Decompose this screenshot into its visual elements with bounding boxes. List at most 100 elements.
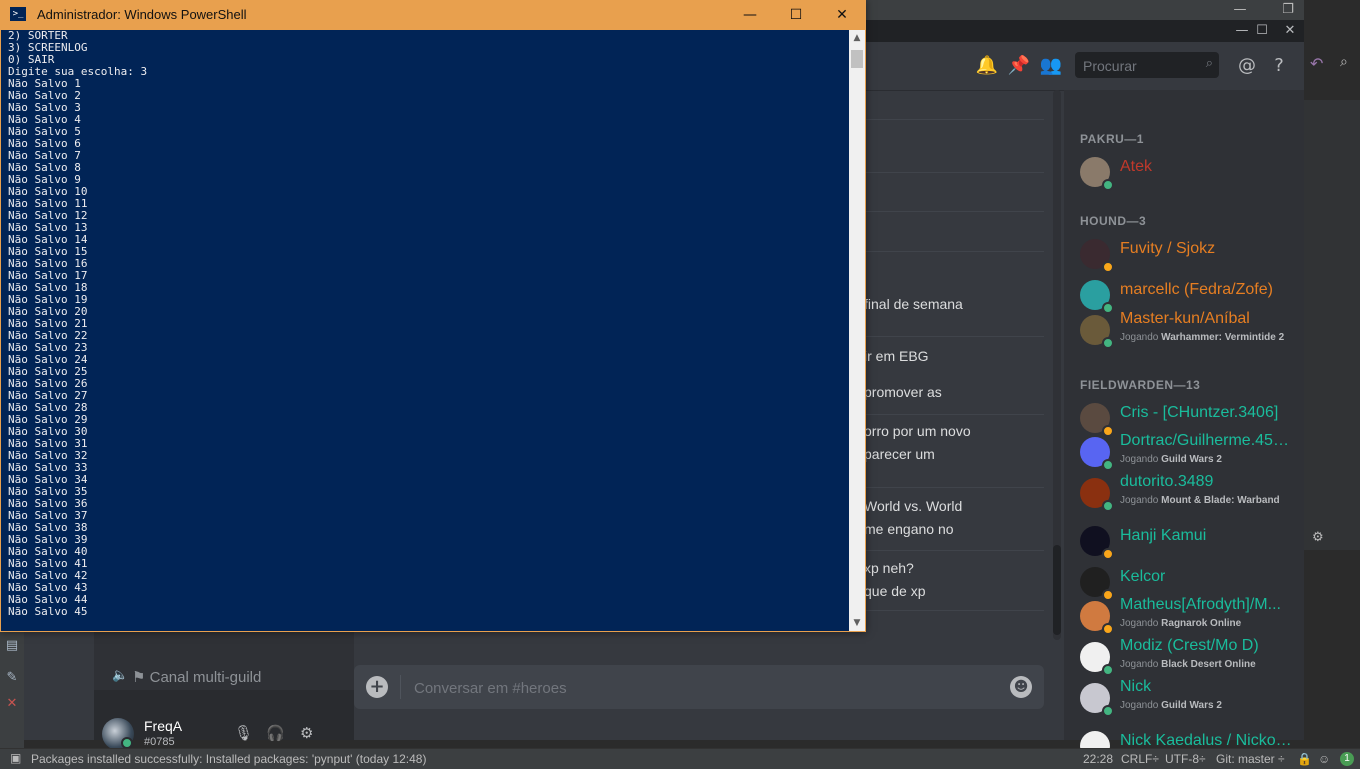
close-tool-icon[interactable]: ✕ bbox=[4, 696, 20, 712]
console-line: Não Salvo 14 bbox=[8, 233, 88, 246]
member-row[interactable]: Matheus[Afrodyth]/M... Jogando Ragnarok O… bbox=[1064, 596, 1304, 638]
powershell-title-bar[interactable]: >_ Administrador: Windows PowerShell — ☐… bbox=[0, 0, 866, 30]
pin-tool-icon[interactable]: ✎ bbox=[4, 670, 20, 686]
headphones-icon[interactable]: 🎧 bbox=[266, 724, 285, 742]
bell-icon[interactable]: 🔔 bbox=[975, 54, 999, 78]
ide-right-panel: ↶ ⌕ ⚙ bbox=[1304, 0, 1360, 748]
console-line: Não Salvo 16 bbox=[8, 257, 88, 270]
close-button[interactable]: ✕ bbox=[819, 0, 865, 30]
console-line: Não Salvo 26 bbox=[8, 377, 88, 390]
composer-divider bbox=[400, 675, 401, 699]
console-line: Não Salvo 25 bbox=[8, 365, 88, 378]
message-input[interactable] bbox=[412, 677, 976, 699]
username: FreqA bbox=[144, 718, 183, 734]
message-text: promover as bbox=[864, 384, 942, 400]
status-toggle-icon[interactable]: ▣ bbox=[10, 751, 21, 765]
scroll-up-icon[interactable]: ▲ bbox=[849, 30, 865, 46]
message-text: final de semana bbox=[864, 296, 963, 312]
user-settings-gear-icon[interactable]: ⚙ bbox=[300, 724, 313, 742]
add-attachment-icon[interactable]: + bbox=[366, 676, 388, 698]
mute-mic-icon[interactable]: 🎙 bbox=[234, 724, 253, 742]
file-encoding[interactable]: UTF-8÷ bbox=[1165, 752, 1206, 766]
member-row[interactable]: Atek bbox=[1064, 152, 1304, 194]
message-text: parecer um bbox=[864, 446, 935, 462]
activity-game: Guild Wars 2 bbox=[1161, 700, 1222, 711]
status-message[interactable]: Packages installed successfully: Install… bbox=[31, 752, 426, 766]
console-line: Não Salvo 18 bbox=[8, 281, 88, 294]
emoji-icon[interactable]: ☻ bbox=[1010, 676, 1032, 698]
activity-game: Mount & Blade: Warband bbox=[1161, 495, 1280, 506]
settings-gear-icon[interactable]: ⚙ bbox=[1312, 530, 1324, 545]
member-row[interactable]: dutorito.3489 Jogando Mount & Blade: Warb… bbox=[1064, 473, 1304, 515]
message-scrollbar[interactable] bbox=[1053, 90, 1061, 640]
scroll-down-icon[interactable]: ▼ bbox=[849, 615, 865, 631]
search-icon[interactable]: ⌕ bbox=[1340, 54, 1348, 70]
console-line: Digite sua escolha: 3 bbox=[8, 65, 148, 78]
console-line: Não Salvo 9 bbox=[8, 173, 81, 186]
console-line: Não Salvo 43 bbox=[8, 581, 88, 594]
git-branch[interactable]: Git: master ÷ bbox=[1216, 752, 1285, 766]
console-output[interactable]: 2) SORTER 3) SCREENLOG 0) SAIR Digite sua e… bbox=[1, 30, 849, 631]
activity-prefix: Jogando bbox=[1120, 700, 1159, 711]
status-badge bbox=[1102, 179, 1114, 191]
member-row[interactable]: Dortrac/Guilherme.453... Jogando Guild Wa… bbox=[1064, 432, 1304, 474]
undo-icon[interactable]: ↶ bbox=[1310, 54, 1323, 73]
search-input[interactable] bbox=[1081, 56, 1195, 76]
ide-side-panel bbox=[1304, 100, 1360, 550]
member-row[interactable]: Hanji Kamui bbox=[1064, 521, 1304, 563]
mention-icon[interactable]: @ bbox=[1235, 54, 1259, 78]
minimize-button[interactable]: — bbox=[727, 0, 773, 30]
message-text: World vs. World bbox=[864, 498, 963, 514]
console-line: Não Salvo 34 bbox=[8, 473, 88, 486]
ide-minimize-button[interactable]: — bbox=[1217, 0, 1263, 20]
layout-icon[interactable]: ▤ bbox=[4, 638, 20, 654]
member-row[interactable]: Nick Jogando Guild Wars 2 bbox=[1064, 678, 1304, 720]
activity-prefix: Jogando bbox=[1120, 618, 1159, 629]
inspector-icon[interactable]: ☺ bbox=[1318, 752, 1330, 766]
status-badge bbox=[1102, 623, 1114, 635]
lock-icon[interactable]: 🔒 bbox=[1297, 752, 1312, 766]
cursor-position[interactable]: 22:28 bbox=[1083, 752, 1113, 766]
status-badge bbox=[1102, 459, 1114, 471]
powershell-window: >_ Administrador: Windows PowerShell — ☐… bbox=[0, 0, 866, 632]
message-divider bbox=[864, 487, 1044, 488]
discord-close-button[interactable]: ✕ bbox=[1276, 20, 1304, 42]
scrollbar-thumb[interactable] bbox=[1053, 545, 1061, 635]
activity-prefix: Jogando bbox=[1120, 454, 1159, 465]
search-icon: ⌕ bbox=[1205, 56, 1213, 71]
event-log-icon[interactable]: 1 bbox=[1340, 752, 1354, 766]
search-box[interactable]: ⌕ bbox=[1075, 52, 1219, 78]
line-ending[interactable]: CRLF÷ bbox=[1121, 752, 1159, 766]
status-badge bbox=[1102, 261, 1114, 273]
message-text: me engano no bbox=[864, 521, 954, 537]
console-line: Não Salvo 2 bbox=[8, 89, 81, 102]
runner-icon: ⚑ bbox=[132, 669, 150, 686]
member-row[interactable]: Modiz (Crest/Mo D) Jogando Black Desert O… bbox=[1064, 637, 1304, 679]
message-divider bbox=[864, 211, 1044, 212]
member-name: Kelcor bbox=[1120, 568, 1166, 585]
maximize-button[interactable]: ☐ bbox=[773, 0, 819, 30]
member-row[interactable]: Master-kun/Aníbal Jogando Warhammer: Verm… bbox=[1064, 310, 1304, 352]
activity-prefix: Jogando bbox=[1120, 659, 1159, 670]
member-row[interactable]: Fuvity / Sjokz bbox=[1064, 234, 1304, 276]
console-scrollbar[interactable]: ▲ ▼ bbox=[849, 30, 865, 631]
help-icon[interactable]: ? bbox=[1267, 54, 1291, 78]
member-name: Atek bbox=[1120, 158, 1153, 175]
activity-prefix: Jogando bbox=[1120, 495, 1159, 506]
scrollbar-thumb[interactable] bbox=[851, 50, 863, 68]
message-divider bbox=[864, 414, 1044, 415]
member-activity: Jogando Guild Wars 2 bbox=[1120, 700, 1222, 711]
message-text: orro por um novo bbox=[864, 423, 971, 439]
console-line: Não Salvo 22 bbox=[8, 329, 88, 342]
member-name: Master-kun/Aníbal bbox=[1120, 310, 1250, 327]
console-line: Não Salvo 3 bbox=[8, 101, 81, 114]
member-list-icon[interactable]: 👥 bbox=[1039, 54, 1063, 78]
pin-icon[interactable]: 📌 bbox=[1007, 54, 1031, 78]
activity-game: Ragnarok Online bbox=[1161, 618, 1242, 629]
member-name: Modiz (Crest/Mo D) bbox=[1120, 637, 1259, 654]
ide-status-bar: ▣ Packages installed successfully: Insta… bbox=[0, 748, 1360, 769]
console-line: Não Salvo 39 bbox=[8, 533, 88, 546]
activity-game: Black Desert Online bbox=[1161, 659, 1256, 670]
discord-maximize-button[interactable]: ☐ bbox=[1248, 20, 1276, 42]
voice-channel[interactable]: ⚑ Canal multi-guild bbox=[132, 668, 261, 686]
